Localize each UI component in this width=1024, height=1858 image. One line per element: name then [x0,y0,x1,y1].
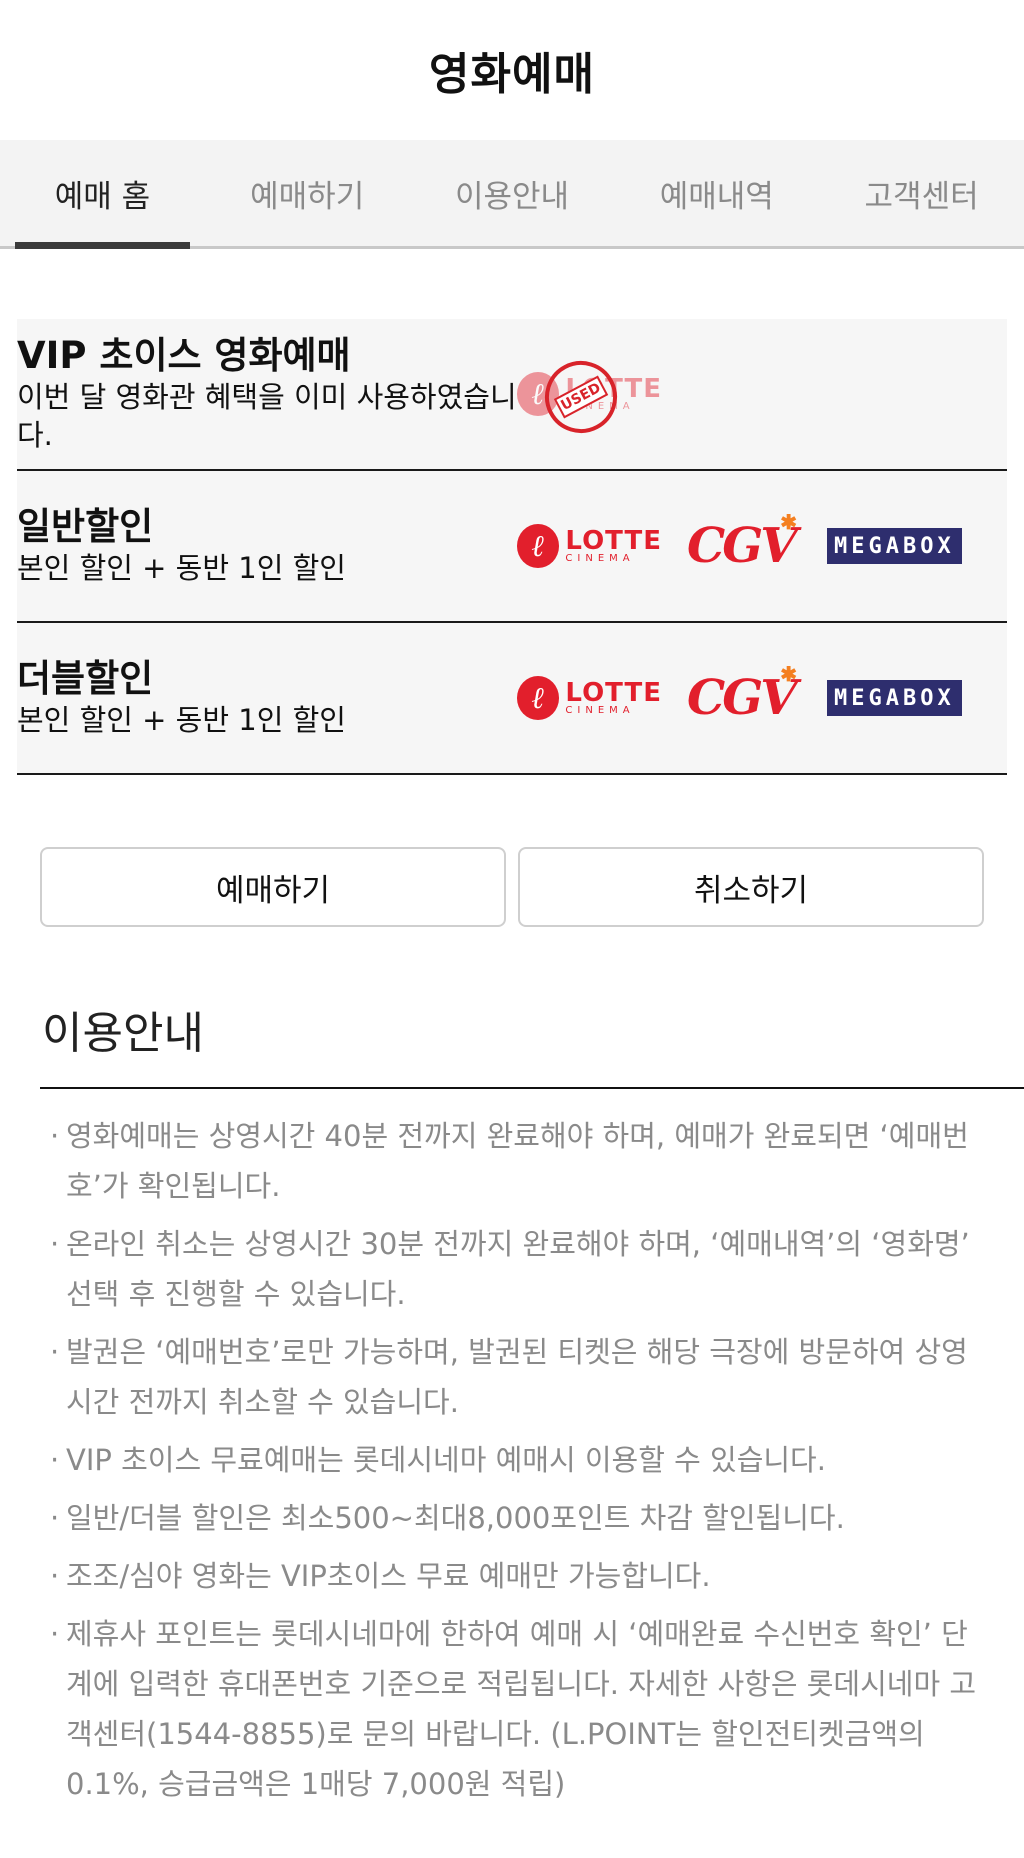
lotte-cinema-logo: ℓ LOTTE CINEMA [517,676,662,720]
card-desc: 이번 달 영화관 혜택을 이미 사용하였습니다. [17,380,517,452]
cancel-button[interactable]: 취소하기 [518,847,984,927]
list-item: 영화예매는 상영시간 40분 전까지 완료해야 하며, 예매가 완료되면 ‘예매… [50,1111,994,1211]
lotte-mark-icon: ℓ [517,676,560,720]
card-title: 더블할인 [17,657,154,700]
card-title: VIP 초이스 영화예매 [17,334,351,377]
tab-guide[interactable]: 이용안내 [410,140,615,246]
tab-customer-center[interactable]: 고객센터 [819,140,1024,246]
used-lotte-logo: ℓ LOTTE CINEMA USED [517,348,662,446]
cgv-star-icon: ✱ [780,662,797,686]
app-header: 영화예매 [0,0,1024,140]
guide-list: 영화예매는 상영시간 40분 전까지 완료해야 하며, 예매가 완료되면 ‘예매… [0,1111,1024,1809]
tab-history[interactable]: 예매내역 [614,140,819,246]
usage-guide: 이용안내 영화예매는 상영시간 40분 전까지 완료해야 하며, 예매가 완료되… [0,997,1024,1809]
tab-reserve[interactable]: 예매하기 [205,140,410,246]
card-general-discount[interactable]: 일반할인 본인 할인 + 동반 1인 할인 ℓ LOTTE CINEMA CGV… [17,471,1007,623]
guide-title: 이용안내 [42,1008,204,1059]
list-item: 온라인 취소는 상영시간 30분 전까지 완료해야 하며, ‘예매내역’의 ‘영… [50,1219,994,1319]
card-desc: 본인 할인 + 동반 1인 할인 [17,703,346,737]
used-stamp-label: USED [553,375,609,419]
card-vip-choice[interactable]: VIP 초이스 영화예매 이번 달 영화관 혜택을 이미 사용하였습니다. ℓ … [17,319,1007,471]
cgv-logo: CGV ✱ [687,510,797,574]
tab-reserve-home[interactable]: 예매 홈 [0,140,205,249]
tab-bar: 예매 홈 예매하기 이용안내 예매내역 고객센터 [0,140,1024,249]
action-buttons: 예매하기 취소하기 [0,847,1024,927]
megabox-logo: MEGABOX [827,528,962,564]
megabox-logo: MEGABOX [827,680,962,716]
list-item: 제휴사 포인트는 롯데시네마에 한하여 예매 시 ‘예매완료 수신번호 확인’ … [50,1609,994,1809]
list-item: VIP 초이스 무료예매는 롯데시네마 예매시 이용할 수 있습니다. [50,1435,994,1485]
card-double-discount[interactable]: 더블할인 본인 할인 + 동반 1인 할인 ℓ LOTTE CINEMA CGV… [17,623,1007,775]
offer-list: VIP 초이스 영화예매 이번 달 영화관 혜택을 이미 사용하였습니다. ℓ … [0,319,1024,775]
list-item: 조조/심야 영화는 VIP초이스 무료 예매만 가능합니다. [50,1551,994,1601]
lotte-mark-icon: ℓ [517,524,560,568]
divider [40,1087,1024,1089]
page-title: 영화예매 [429,49,595,100]
card-title: 일반할인 [17,505,154,548]
lotte-cinema-logo: ℓ LOTTE CINEMA [517,524,662,568]
reserve-button[interactable]: 예매하기 [40,847,506,927]
list-item: 일반/더블 할인은 최소500~최대8,000포인트 차감 할인됩니다. [50,1493,994,1543]
list-item: 발권은 ‘예매번호’로만 가능하며, 발권된 티켓은 해당 극장에 방문하여 상… [50,1327,994,1427]
card-desc: 본인 할인 + 동반 1인 할인 [17,551,346,585]
cgv-logo: CGV ✱ [687,662,797,726]
cgv-star-icon: ✱ [780,510,797,534]
